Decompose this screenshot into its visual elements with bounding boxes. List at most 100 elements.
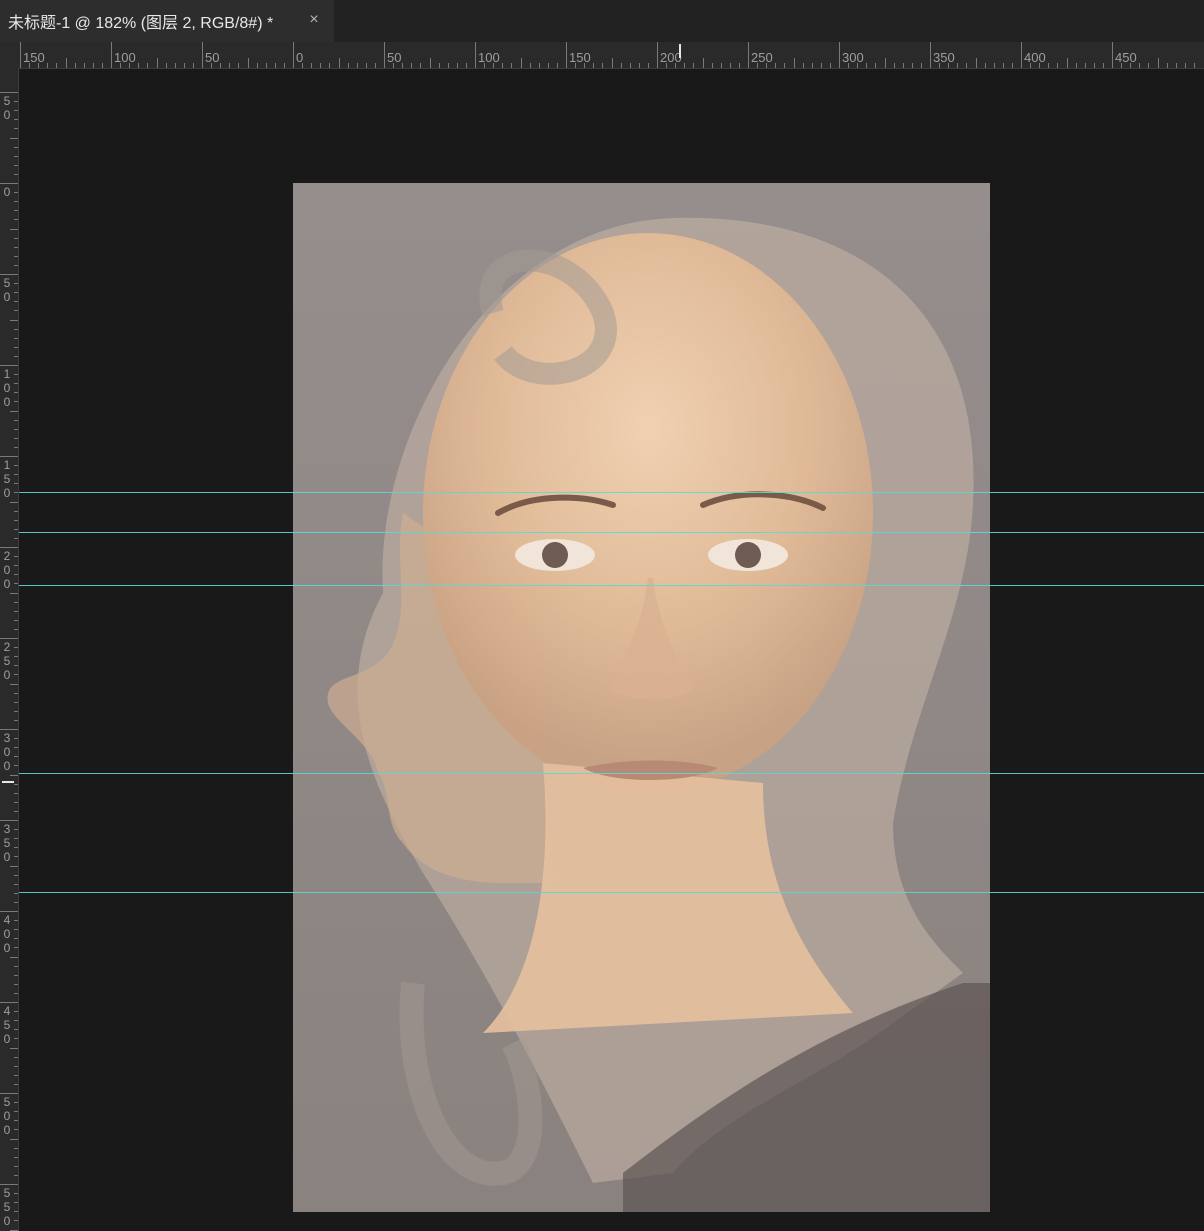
- guide-line[interactable]: [19, 492, 1204, 493]
- ruler-cursor-marker-horizontal: [679, 44, 681, 58]
- ruler-minor-tick: [14, 1056, 18, 1058]
- ruler-minor-tick: [14, 938, 18, 940]
- ruler-minor-tick: [14, 1111, 18, 1113]
- ruler-label: 500: [3, 1095, 11, 1137]
- ruler-minor-tick: [14, 801, 18, 803]
- ruler-minor-tick: [14, 610, 18, 612]
- ruler-minor-tick: [14, 565, 18, 567]
- ruler-label: 350: [933, 50, 955, 65]
- ruler-minor-tick: [14, 656, 18, 658]
- document-canvas[interactable]: [293, 183, 990, 1212]
- close-icon[interactable]: ×: [306, 12, 322, 28]
- ruler-minor-tick: [893, 63, 895, 68]
- ruler-major-tick: [0, 92, 18, 93]
- ruler-minor-tick: [911, 63, 913, 68]
- ruler-label: 200: [3, 549, 11, 591]
- ruler-cursor-marker-vertical: [2, 781, 14, 783]
- ruler-minor-tick: [14, 1211, 18, 1213]
- ruler-minor-tick: [975, 58, 977, 68]
- ruler-label: 550: [3, 1186, 11, 1228]
- guide-line[interactable]: [19, 892, 1204, 893]
- ruler-major-tick: [1112, 42, 1113, 68]
- ruler-minor-tick: [1139, 63, 1141, 68]
- ruler-minor-tick: [438, 63, 440, 68]
- ruler-label: 250: [3, 640, 11, 682]
- ruler-minor-tick: [65, 58, 67, 68]
- ruler-minor-tick: [784, 63, 786, 68]
- ruler-minor-tick: [420, 63, 422, 68]
- ruler-minor-tick: [83, 63, 85, 68]
- ruler-minor-tick: [14, 173, 18, 175]
- vertical-ruler[interactable]: 50050100150200250300350400450500550: [0, 68, 19, 1231]
- ruler-minor-tick: [629, 63, 631, 68]
- ruler-minor-tick: [14, 965, 18, 967]
- ruler-minor-tick: [14, 337, 18, 339]
- ruler-minor-tick: [711, 63, 713, 68]
- ruler-minor-tick: [14, 301, 18, 303]
- canvas-workspace[interactable]: [19, 69, 1204, 1231]
- ruler-corner: [0, 42, 18, 68]
- ruler-minor-tick: [14, 528, 18, 530]
- ruler-minor-tick: [14, 346, 18, 348]
- ruler-minor-tick: [302, 63, 304, 68]
- ruler-minor-tick: [1048, 63, 1050, 68]
- ruler-minor-tick: [14, 829, 18, 831]
- right-iris: [735, 542, 761, 568]
- ruler-minor-tick: [729, 63, 731, 68]
- ruler-minor-tick: [338, 58, 340, 68]
- ruler-minor-tick: [1039, 63, 1041, 68]
- ruler-minor-tick: [14, 1220, 18, 1222]
- ruler-minor-tick: [966, 63, 968, 68]
- ruler-minor-tick: [811, 63, 813, 68]
- guide-line[interactable]: [19, 532, 1204, 533]
- ruler-minor-tick: [14, 810, 18, 812]
- ruler-minor-tick: [402, 63, 404, 68]
- ruler-minor-tick: [14, 719, 18, 721]
- ruler-minor-tick: [14, 992, 18, 994]
- ruler-minor-tick: [14, 428, 18, 430]
- ruler-minor-tick: [14, 237, 18, 239]
- ruler-minor-tick: [14, 1193, 18, 1195]
- ruler-minor-tick: [14, 628, 18, 630]
- document-tab[interactable]: 未标题-1 @ 182% (图层 2, RGB/8#) * ×: [0, 0, 334, 42]
- ruler-minor-tick: [857, 63, 859, 68]
- guide-line[interactable]: [19, 773, 1204, 774]
- ruler-minor-tick: [884, 58, 886, 68]
- ruler-minor-tick: [602, 63, 604, 68]
- ruler-minor-tick: [14, 219, 18, 221]
- ruler-minor-tick: [1148, 63, 1150, 68]
- ruler-major-tick: [566, 42, 567, 68]
- ruler-minor-tick: [274, 63, 276, 68]
- horizontal-ruler[interactable]: 150 100 50 0 50 100 150 200 250 300 350 400 450: [18, 42, 1204, 69]
- ruler-minor-tick: [393, 63, 395, 68]
- ruler-minor-tick: [866, 63, 868, 68]
- ruler-minor-tick: [14, 847, 18, 849]
- ruler-minor-tick: [129, 63, 131, 68]
- ruler-minor-tick: [10, 592, 18, 594]
- ruler-minor-tick: [456, 63, 458, 68]
- ruler-minor-tick: [465, 63, 467, 68]
- ruler-minor-tick: [584, 63, 586, 68]
- ruler-major-tick: [0, 1093, 18, 1094]
- ruler-minor-tick: [14, 1202, 18, 1204]
- ruler-minor-tick: [14, 856, 18, 858]
- ruler-minor-tick: [14, 1020, 18, 1022]
- ruler-minor-tick: [14, 974, 18, 976]
- ruler-minor-tick: [14, 1165, 18, 1167]
- ruler-minor-tick: [14, 1129, 18, 1131]
- ruler-minor-tick: [92, 63, 94, 68]
- ruler-minor-tick: [14, 619, 18, 621]
- ruler-major-tick: [0, 1002, 18, 1003]
- ruler-minor-tick: [14, 574, 18, 576]
- ruler-minor-tick: [10, 228, 18, 230]
- ruler-minor-tick: [14, 901, 18, 903]
- ruler-minor-tick: [1157, 58, 1159, 68]
- ruler-minor-tick: [575, 63, 577, 68]
- ruler-minor-tick: [14, 192, 18, 194]
- ruler-minor-tick: [14, 519, 18, 521]
- ruler-minor-tick: [984, 63, 986, 68]
- guide-line[interactable]: [19, 585, 1204, 586]
- ruler-minor-tick: [14, 920, 18, 922]
- ruler-minor-tick: [147, 63, 149, 68]
- ruler-minor-tick: [14, 201, 18, 203]
